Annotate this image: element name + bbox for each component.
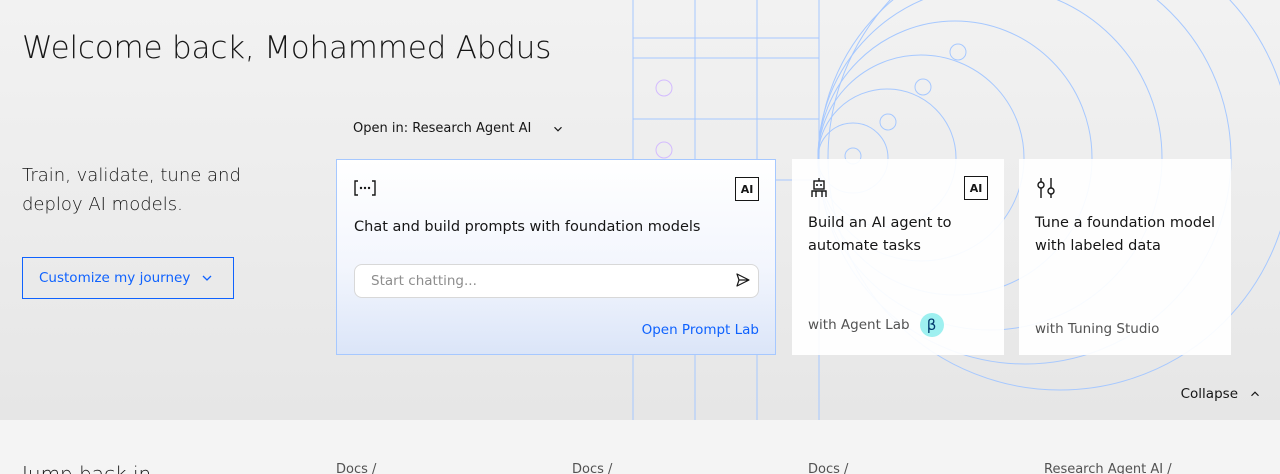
jump-back-in-section: Jump back in Docs / Docs / Docs / Resear… (0, 420, 1280, 474)
sliders-icon (1037, 178, 1055, 198)
chat-prompt-card[interactable]: AI Chat and build prompts with foundatio… (336, 159, 776, 355)
jump-back-in-heading: Jump back in (22, 462, 152, 474)
chevron-down-icon (554, 126, 563, 132)
chevron-up-icon (1251, 391, 1259, 397)
customize-journey-label: Customize my journey (39, 270, 191, 286)
send-icon[interactable] (735, 272, 751, 288)
breadcrumb[interactable]: Docs / (572, 462, 612, 474)
tune-card-title: Tune a foundation model with labeled dat… (1035, 215, 1216, 254)
prompt-brackets-icon (354, 180, 376, 196)
open-in-label: Open in: Research Agent AI (353, 121, 532, 136)
chevron-down-icon (202, 275, 212, 281)
tune-card-footer: with Tuning Studio (1035, 321, 1159, 337)
chat-input[interactable] (354, 264, 759, 298)
agent-card-footer: with Agent Lab β (808, 313, 944, 337)
customize-journey-button[interactable]: Customize my journey (22, 257, 234, 299)
open-prompt-lab-link[interactable]: Open Prompt Lab (642, 322, 759, 338)
breadcrumb[interactable]: Docs / (336, 462, 376, 474)
ai-badge: AI (964, 176, 988, 200)
beta-badge: β (919, 313, 944, 337)
open-in-project-selector[interactable]: Open in: Research Agent AI (353, 121, 565, 136)
agent-card-title: Build an AI agent to automate tasks (808, 215, 952, 254)
robot-icon (811, 178, 827, 197)
welcome-heading: Welcome back, Mohammed Abdus (22, 30, 552, 66)
hero-section: Welcome back, Mohammed Abdus Train, vali… (0, 0, 1280, 420)
collapse-label: Collapse (1180, 386, 1238, 402)
breadcrumb[interactable]: Research Agent AI / (1044, 462, 1172, 474)
agent-lab-label: with Agent Lab (808, 317, 910, 333)
breadcrumb[interactable]: Docs / (808, 462, 848, 474)
ai-badge: AI (735, 177, 759, 201)
tuning-studio-label: with Tuning Studio (1035, 321, 1160, 337)
tuning-studio-card[interactable]: Tune a foundation model with labeled dat… (1019, 159, 1231, 355)
chat-card-title: Chat and build prompts with foundation m… (354, 219, 701, 235)
agent-lab-card[interactable]: AI Build an AI agent to automate tasks w… (792, 159, 1004, 355)
tagline: Train, validate, tune and deploy AI mode… (22, 165, 241, 215)
collapse-button[interactable]: Collapse (1181, 386, 1262, 402)
